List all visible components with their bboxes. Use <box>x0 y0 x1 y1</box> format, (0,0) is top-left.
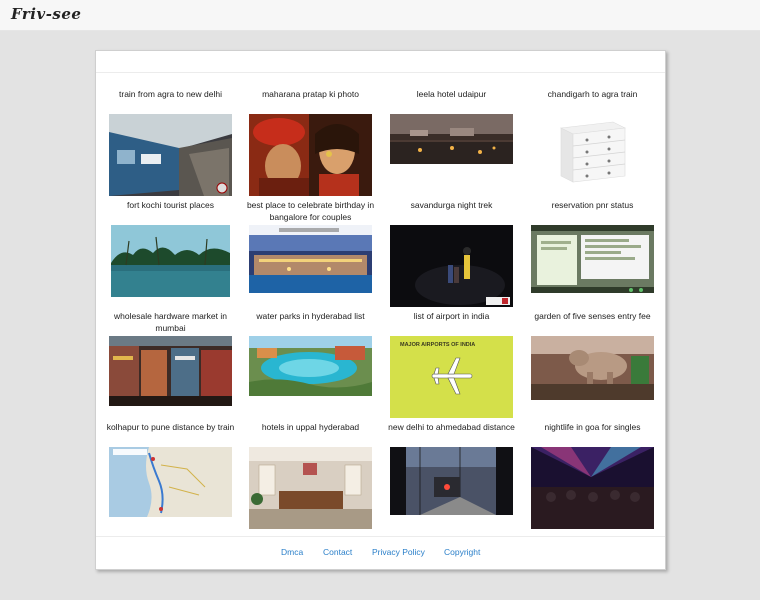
result-item[interactable]: hotels in uppal hyderabad <box>240 421 381 529</box>
content-card: train from agra to new delhi maharana pr… <box>95 50 666 570</box>
garden-thumbnail[interactable] <box>531 336 654 400</box>
result-item[interactable]: train from agra to new delhi <box>100 88 241 196</box>
result-caption[interactable]: list of airport in india <box>381 310 522 336</box>
result-item[interactable]: chandigarh to agra train <box>522 88 663 192</box>
result-item[interactable]: nightlife in goa for singles <box>522 421 663 529</box>
airports-thumbnail[interactable]: MAJOR AIRPORTS OF INDIA <box>390 336 513 418</box>
result-item[interactable]: best place to celebrate birthday in bang… <box>240 199 381 293</box>
result-caption[interactable]: best place to celebrate birthday in bang… <box>240 199 381 225</box>
footer-nav: Dmca Contact Privacy Policy Copyright <box>96 536 665 570</box>
result-item[interactable]: reservation pnr status <box>522 199 663 293</box>
results-grid: train from agra to new delhi maharana pr… <box>96 51 665 531</box>
result-caption[interactable]: maharana pratap ki photo <box>240 88 381 114</box>
trek-thumbnail[interactable] <box>390 225 513 307</box>
top-bar: Friv-see <box>0 0 760 31</box>
result-caption[interactable]: hotels in uppal hyderabad <box>240 421 381 447</box>
result-caption[interactable]: garden of five senses entry fee <box>522 310 663 336</box>
footer-link-copyright[interactable]: Copyright <box>444 547 480 557</box>
result-caption[interactable]: savandurga night trek <box>381 199 522 225</box>
footer-link-dmca[interactable]: Dmca <box>281 547 303 557</box>
result-caption[interactable]: nightlife in goa for singles <box>522 421 663 447</box>
result-item[interactable]: kolhapur to pune distance by train <box>100 421 241 517</box>
result-caption[interactable]: train from agra to new delhi <box>100 88 241 114</box>
result-item[interactable]: new delhi to ahmedabad distance <box>381 421 522 515</box>
result-caption[interactable]: reservation pnr status <box>522 199 663 225</box>
pnr-thumbnail[interactable] <box>531 225 654 293</box>
result-item[interactable]: garden of five senses entry fee <box>522 310 663 400</box>
kochi-thumbnail[interactable] <box>111 225 230 297</box>
airports-banner-text: MAJOR AIRPORTS OF INDIA <box>400 342 476 348</box>
site-logo[interactable]: Friv-see <box>11 5 81 23</box>
result-item[interactable]: wholesale hardware market in mumbai <box>100 310 241 406</box>
train-thumbnail[interactable] <box>109 114 232 196</box>
maharana-thumbnail[interactable] <box>249 114 372 196</box>
dresser-thumbnail[interactable] <box>552 114 633 192</box>
result-caption[interactable]: water parks in hyderabad list <box>240 310 381 336</box>
waterpark-thumbnail[interactable] <box>249 336 372 396</box>
result-caption[interactable]: new delhi to ahmedabad distance <box>381 421 522 447</box>
result-caption[interactable]: kolhapur to pune distance by train <box>100 421 241 447</box>
result-item[interactable]: water parks in hyderabad list <box>240 310 381 396</box>
result-item[interactable]: maharana pratap ki photo <box>240 88 381 196</box>
footer-link-privacy[interactable]: Privacy Policy <box>372 547 425 557</box>
result-item[interactable]: fort kochi tourist places <box>100 199 241 297</box>
result-item[interactable]: savandurga night trek <box>381 199 522 307</box>
result-item[interactable]: leela hotel udaipur <box>381 88 522 164</box>
udaipur-thumbnail[interactable] <box>390 114 513 164</box>
map-thumbnail[interactable] <box>109 447 232 517</box>
result-item[interactable]: list of airport in india MAJOR AIRPORTS … <box>381 310 522 418</box>
hotel-lobby-thumbnail[interactable] <box>249 447 372 529</box>
bangalore-thumbnail[interactable] <box>249 225 372 293</box>
footer-link-contact[interactable]: Contact <box>323 547 352 557</box>
result-caption[interactable]: leela hotel udaipur <box>381 88 522 114</box>
hardware-market-thumbnail[interactable] <box>109 336 232 406</box>
result-caption[interactable]: wholesale hardware market in mumbai <box>100 310 241 336</box>
nightlife-thumbnail[interactable] <box>531 447 654 529</box>
result-caption[interactable]: fort kochi tourist places <box>100 199 241 225</box>
result-caption[interactable]: chandigarh to agra train <box>522 88 663 114</box>
station-thumbnail[interactable] <box>390 447 513 515</box>
